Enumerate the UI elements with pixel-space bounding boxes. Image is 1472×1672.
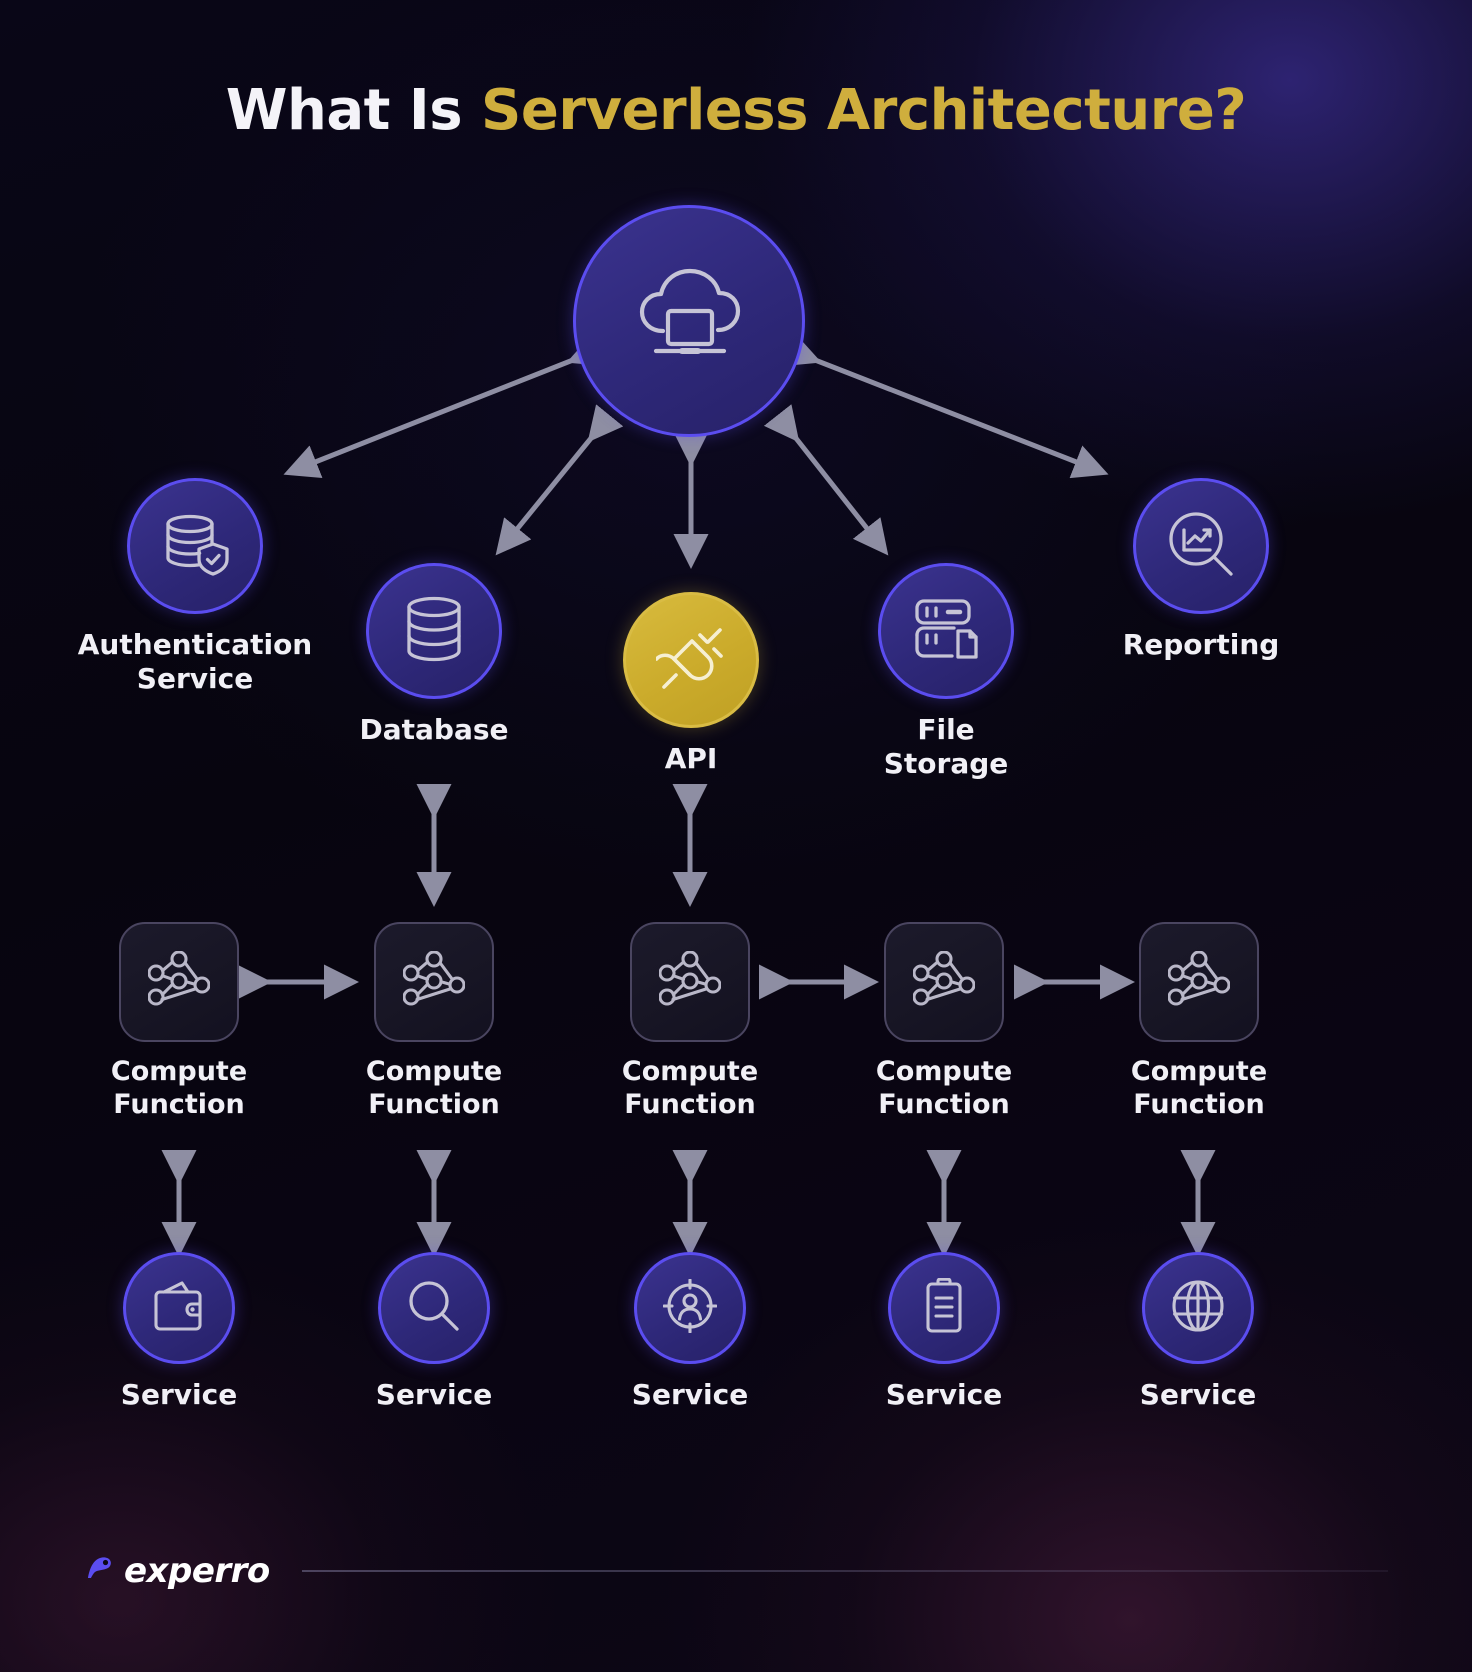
reporting-circle bbox=[1133, 478, 1269, 614]
reporting-label: Reporting bbox=[1122, 628, 1280, 661]
compute-function-3-box bbox=[630, 922, 750, 1042]
clipboard-icon bbox=[922, 1277, 966, 1338]
node-database[interactable]: Database bbox=[360, 563, 509, 747]
compute-function-4-label: Compute Function bbox=[875, 1056, 1013, 1120]
node-service-1[interactable]: Service bbox=[120, 1252, 238, 1412]
service-4-label: Service bbox=[885, 1378, 1003, 1411]
page-title: What Is Serverless Architecture? bbox=[0, 78, 1472, 143]
server-rack-icon bbox=[912, 595, 980, 667]
compute-function-1-label: Compute Function bbox=[110, 1056, 248, 1120]
experro-logo[interactable]: experro bbox=[84, 1551, 270, 1591]
node-file-storage[interactable]: File Storage bbox=[878, 563, 1014, 781]
central-cloud-circle bbox=[573, 205, 805, 437]
footer-divider bbox=[301, 1570, 1388, 1572]
service-5-circle bbox=[1142, 1252, 1254, 1364]
user-target-icon bbox=[662, 1278, 718, 1337]
compute-function-3-label: Compute Function bbox=[621, 1056, 759, 1120]
compute-function-5-label: Compute Function bbox=[1130, 1056, 1268, 1120]
database-shield-icon bbox=[159, 508, 231, 584]
service-4-circle bbox=[888, 1252, 1000, 1364]
cloud-laptop-icon bbox=[630, 267, 748, 375]
api-label: API bbox=[664, 742, 718, 775]
search-icon bbox=[408, 1280, 460, 1336]
node-reporting[interactable]: Reporting bbox=[1123, 478, 1279, 662]
node-service-3[interactable]: Service bbox=[631, 1252, 749, 1412]
plug-connector-icon bbox=[654, 623, 726, 697]
infographic-canvas: What Is Serverless Architecture? Authent… bbox=[0, 0, 1472, 1672]
node-service-5[interactable]: Service bbox=[1139, 1252, 1257, 1412]
database-icon bbox=[402, 595, 466, 667]
api-circle bbox=[623, 592, 759, 728]
node-compute-function-4[interactable]: Compute Function bbox=[876, 922, 1012, 1122]
experro-brand-text: experro bbox=[124, 1551, 270, 1591]
chart-magnifier-icon bbox=[1167, 510, 1235, 582]
network-nodes-icon bbox=[147, 950, 211, 1013]
network-nodes-icon bbox=[658, 950, 722, 1013]
node-authentication-service[interactable]: Authentication Service bbox=[78, 478, 312, 696]
compute-function-1-box bbox=[119, 922, 239, 1042]
service-5-label: Service bbox=[1139, 1378, 1257, 1411]
service-3-label: Service bbox=[631, 1378, 749, 1411]
compute-function-4-box bbox=[884, 922, 1004, 1042]
node-compute-function-3[interactable]: Compute Function bbox=[622, 922, 758, 1122]
node-compute-function-5[interactable]: Compute Function bbox=[1131, 922, 1267, 1122]
node-api[interactable]: API bbox=[623, 592, 759, 776]
compute-function-2-label: Compute Function bbox=[365, 1056, 503, 1120]
file-storage-circle bbox=[878, 563, 1014, 699]
node-compute-function-2[interactable]: Compute Function bbox=[366, 922, 502, 1122]
footer: experro bbox=[0, 1548, 1472, 1594]
central-cloud-node[interactable] bbox=[573, 205, 805, 437]
wallet-icon bbox=[152, 1280, 206, 1336]
network-nodes-icon bbox=[912, 950, 976, 1013]
compute-function-2-box bbox=[374, 922, 494, 1042]
service-2-circle bbox=[378, 1252, 490, 1364]
network-nodes-icon bbox=[1167, 950, 1231, 1013]
database-circle bbox=[366, 563, 502, 699]
file-storage-label: File Storage bbox=[883, 713, 1009, 781]
title-gold-part: Serverless Architecture? bbox=[481, 78, 1247, 143]
node-compute-function-1[interactable]: Compute Function bbox=[111, 922, 247, 1122]
globe-icon bbox=[1171, 1279, 1225, 1337]
authentication-service-circle bbox=[127, 478, 263, 614]
node-service-4[interactable]: Service bbox=[885, 1252, 1003, 1412]
compute-function-5-box bbox=[1139, 922, 1259, 1042]
database-label: Database bbox=[359, 713, 509, 746]
service-3-circle bbox=[634, 1252, 746, 1364]
service-2-label: Service bbox=[375, 1378, 493, 1411]
service-1-circle bbox=[123, 1252, 235, 1364]
authentication-service-label: Authentication Service bbox=[77, 628, 313, 696]
network-nodes-icon bbox=[402, 950, 466, 1013]
node-service-2[interactable]: Service bbox=[375, 1252, 493, 1412]
service-1-label: Service bbox=[120, 1378, 238, 1411]
title-white-part: What Is bbox=[225, 78, 482, 143]
experro-mark-icon bbox=[84, 1552, 118, 1590]
